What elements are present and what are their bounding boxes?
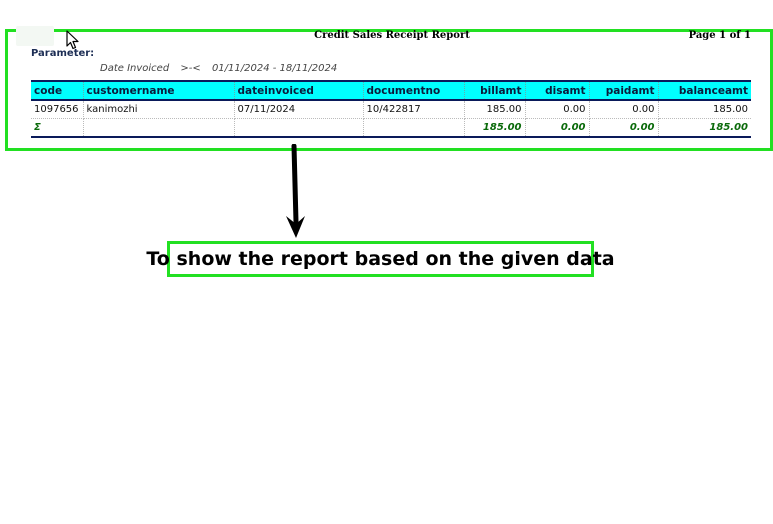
parameter-row: Date Invoiced >-< 01/11/2024 - 18/11/202… — [100, 63, 345, 74]
parameter-value: 01/11/2024 - 18/11/2024 — [211, 63, 338, 74]
parameter-name: Date Invoiced — [100, 63, 170, 74]
caption-box: To show the report based on the given da… — [146, 241, 615, 277]
page-info: Page 1 of 1 — [688, 30, 751, 41]
total-paidamt: 0.00 — [589, 118, 659, 138]
column-header-documentno[interactable]: documentno — [363, 80, 465, 101]
total-disamt: 0.00 — [525, 118, 590, 138]
arrow-down-icon — [286, 144, 305, 238]
column-header-dateinvoiced[interactable]: dateinvoiced — [234, 80, 364, 101]
column-header-code[interactable]: code — [31, 80, 84, 101]
table-row: 1097656 kanimozhi 07/11/2024 10/422817 1… — [31, 100, 751, 119]
cell-customername: kanimozhi — [83, 100, 235, 119]
report-title: Credit Sales Receipt Report — [314, 30, 470, 41]
parameter-operator: >-< — [180, 63, 201, 74]
cell-billamt: 185.00 — [464, 100, 526, 119]
blurred-logo — [16, 26, 54, 46]
total-empty-3 — [363, 118, 465, 138]
parameter-label: Parameter: — [31, 48, 95, 59]
column-header-customername[interactable]: customername — [83, 80, 235, 101]
cell-dateinvoiced: 07/11/2024 — [234, 100, 364, 119]
column-header-balanceamt[interactable]: balanceamt — [658, 80, 751, 101]
total-empty-1 — [83, 118, 235, 138]
mouse-pointer-icon — [66, 30, 79, 50]
cell-paidamt: 0.00 — [589, 100, 659, 119]
report-table: code customername dateinvoiced documentn… — [31, 80, 751, 138]
total-billamt: 185.00 — [464, 118, 526, 138]
cell-disamt: 0.00 — [525, 100, 590, 119]
column-header-disamt[interactable]: disamt — [525, 80, 590, 101]
table-header-row: code customername dateinvoiced documentn… — [31, 80, 751, 101]
total-empty-2 — [234, 118, 364, 138]
table-total-row: Σ 185.00 0.00 0.00 185.00 — [31, 118, 751, 138]
cell-documentno: 10/422817 — [363, 100, 465, 119]
total-balanceamt: 185.00 — [658, 118, 751, 138]
total-symbol: Σ — [31, 118, 84, 138]
caption-text: To show the report based on the given da… — [146, 248, 615, 270]
column-header-paidamt[interactable]: paidamt — [589, 80, 659, 101]
cell-balanceamt: 185.00 — [658, 100, 751, 119]
column-header-billamt[interactable]: billamt — [464, 80, 526, 101]
cell-code: 1097656 — [31, 100, 84, 119]
